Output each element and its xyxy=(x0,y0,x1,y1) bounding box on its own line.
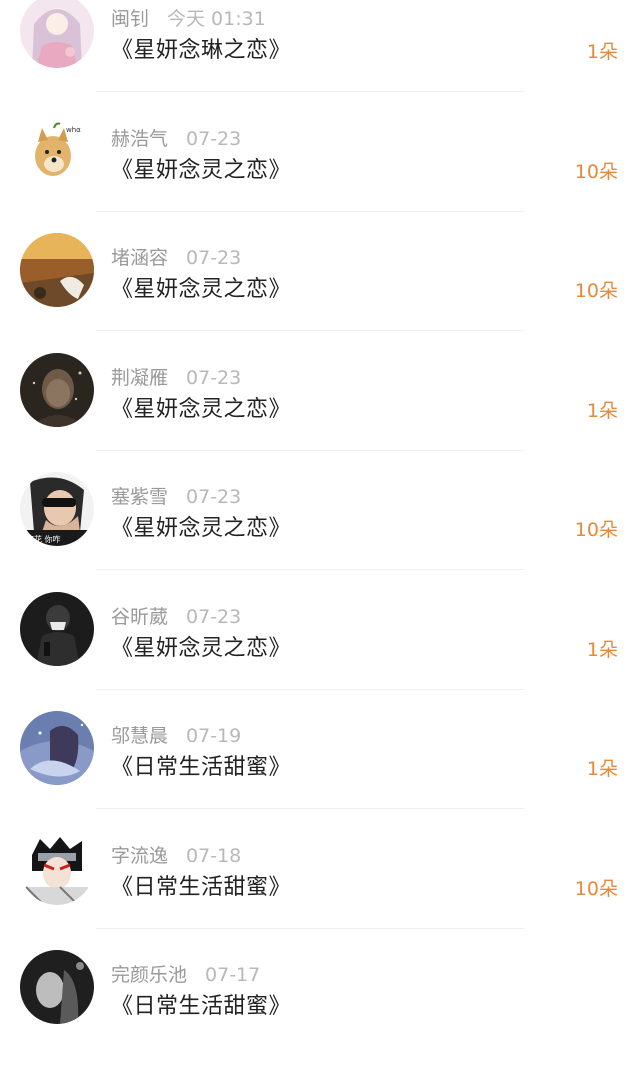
flower-unit: 朵 xyxy=(598,160,618,183)
flower-count: 10朵 xyxy=(575,276,618,303)
svg-text:whα: whα xyxy=(66,126,81,134)
row-divider xyxy=(96,569,524,570)
username[interactable]: 字流逸 xyxy=(111,845,168,867)
timestamp: 07-19 xyxy=(186,725,242,747)
username[interactable]: 完颜乐池 xyxy=(111,964,187,986)
work-title[interactable]: 《星妍念琳之恋》 xyxy=(111,32,291,64)
flower-unit: 朵 xyxy=(598,399,618,422)
gift-record-row[interactable]: 堵涵容 07-23 《星妍念灵之恋》 10朵 xyxy=(0,233,640,353)
gift-record-row[interactable]: 完颜乐池 07-17 《日常生活甜蜜》 xyxy=(0,950,640,1070)
flower-count: 10朵 xyxy=(575,157,618,184)
row-divider xyxy=(96,927,524,929)
row-divider xyxy=(96,210,524,212)
fantasy-girl-avatar[interactable] xyxy=(20,711,94,785)
flower-count: 10朵 xyxy=(575,515,618,542)
timestamp: 07-23 xyxy=(186,486,242,508)
row-divider xyxy=(96,688,524,690)
flower-unit: 朵 xyxy=(598,877,618,900)
svg-text:如花 你咋: 如花 你咋 xyxy=(26,534,61,544)
user-meta: 塞紫雪 07-23 xyxy=(111,482,241,509)
user-meta: 赫浩气 07-23 xyxy=(111,124,241,151)
flower-count-number: 1 xyxy=(586,399,599,422)
work-title[interactable]: 《星妍念灵之恋》 xyxy=(111,271,291,303)
autumn-road-avatar[interactable] xyxy=(20,233,94,307)
flower-count-number: 10 xyxy=(574,280,599,302)
row-divider xyxy=(96,449,524,451)
gift-record-row[interactable]: 邬慧晨 07-19 《日常生活甜蜜》 1朵 xyxy=(0,711,640,831)
username[interactable]: 闽钊 xyxy=(111,8,149,30)
row-divider xyxy=(96,91,524,92)
flower-count-number: 1 xyxy=(586,758,599,780)
work-title[interactable]: 《星妍念灵之恋》 xyxy=(111,510,291,542)
timestamp: 07-18 xyxy=(186,844,242,867)
flower-unit: 朵 xyxy=(598,758,618,780)
flower-unit: 朵 xyxy=(598,280,618,302)
username[interactable]: 堵涵容 xyxy=(111,247,168,269)
username[interactable]: 谷昕葳 xyxy=(111,606,168,628)
row-divider xyxy=(96,808,524,809)
gift-record-row[interactable]: whα 赫浩气 07-23 《星妍念灵之恋》 10朵 xyxy=(0,113,640,234)
gift-record-row[interactable]: 字流逸 07-18 《日常生活甜蜜》 10朵 xyxy=(0,830,640,951)
gift-record-row[interactable]: 闽钊 今天 01:31 《星妍念琳之恋》 1朵 xyxy=(0,0,640,114)
user-meta: 字流逸 07-18 xyxy=(111,841,241,868)
user-meta: 闽钊 今天 01:31 xyxy=(111,4,266,31)
user-meta: 荆凝雁 07-23 xyxy=(111,363,241,390)
work-title[interactable]: 《日常生活甜蜜》 xyxy=(111,869,291,901)
flower-count-number: 1 xyxy=(586,41,599,63)
username[interactable]: 邬慧晨 xyxy=(111,725,168,747)
user-meta: 谷昕葳 07-23 xyxy=(111,602,241,629)
flower-count: 1朵 xyxy=(587,37,618,64)
timestamp: 07-23 xyxy=(186,247,242,269)
user-meta: 邬慧晨 07-19 xyxy=(111,721,241,748)
flower-count: 10朵 xyxy=(575,874,618,901)
user-meta: 堵涵容 07-23 xyxy=(111,243,241,270)
user-meta: 完颜乐池 07-17 xyxy=(111,960,260,987)
row-divider xyxy=(96,330,524,331)
flower-count-number: 1 xyxy=(586,638,599,661)
timestamp: 07-23 xyxy=(186,127,242,150)
flower-count: 1朵 xyxy=(587,396,618,423)
work-title[interactable]: 《星妍念灵之恋》 xyxy=(111,630,291,662)
sunglasses-man-avatar[interactable]: 如花 你咋 xyxy=(20,472,94,546)
ninja-avatar[interactable] xyxy=(20,830,94,905)
flower-count-number: 10 xyxy=(574,519,599,541)
flower-count-number: 10 xyxy=(574,160,599,183)
gift-record-row[interactable]: 谷昕葳 07-23 《星妍念灵之恋》 1朵 xyxy=(0,591,640,712)
doge-avatar[interactable]: whα xyxy=(20,113,94,188)
flower-unit: 朵 xyxy=(598,638,618,661)
masked-person-avatar[interactable] xyxy=(20,591,94,666)
flower-unit: 朵 xyxy=(598,519,618,541)
dark-portrait-avatar[interactable] xyxy=(20,352,94,427)
gift-record-row[interactable]: 如花 你咋 塞紫雪 07-23 《星妍念灵之恋》 10朵 xyxy=(0,472,640,592)
timestamp: 07-17 xyxy=(205,964,261,986)
flower-unit: 朵 xyxy=(598,41,618,63)
flower-count-number: 10 xyxy=(574,877,599,900)
username[interactable]: 塞紫雪 xyxy=(111,486,168,508)
timestamp: 今天 01:31 xyxy=(167,8,266,30)
work-title[interactable]: 《星妍念灵之恋》 xyxy=(111,391,291,423)
work-title[interactable]: 《日常生活甜蜜》 xyxy=(111,749,291,781)
gift-record-row[interactable]: 荆凝雁 07-23 《星妍念灵之恋》 1朵 xyxy=(0,352,640,473)
bw-photo-avatar[interactable] xyxy=(20,950,94,1024)
timestamp: 07-23 xyxy=(186,605,242,628)
username[interactable]: 赫浩气 xyxy=(111,128,168,150)
timestamp: 07-23 xyxy=(186,366,242,389)
flower-count: 1朵 xyxy=(587,635,618,662)
flower-count: 1朵 xyxy=(587,754,618,781)
username[interactable]: 荆凝雁 xyxy=(111,367,168,389)
work-title[interactable]: 《星妍念灵之恋》 xyxy=(111,152,291,184)
anime-girl-avatar[interactable] xyxy=(20,0,94,68)
